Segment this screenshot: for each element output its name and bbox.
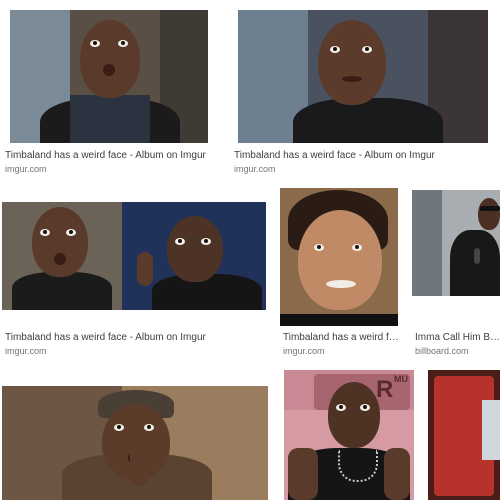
result-tile-2[interactable]: Timbaland has a weird face - Album on Im… (228, 0, 500, 178)
result-source[interactable]: imgur.com (283, 346, 325, 357)
result-title[interactable]: Timbaland has a weird face - Album on Im… (234, 150, 492, 162)
result-source[interactable]: imgur.com (5, 164, 47, 175)
result-thumbnail-8[interactable] (428, 370, 500, 500)
result-title[interactable]: Timbaland has a weird fa... (283, 332, 401, 344)
result-tile-4[interactable]: Timbaland has a weird fa... imgur.com (276, 182, 402, 360)
poster-letters: MU (394, 374, 408, 384)
result-source[interactable]: billboard.com (415, 346, 469, 357)
result-thumbnail-4[interactable] (280, 188, 398, 326)
result-thumbnail-2[interactable] (238, 10, 488, 143)
result-tile-3[interactable]: Timbaland has a weird face - Album on Im… (0, 182, 270, 360)
result-tile-6[interactable] (0, 370, 274, 500)
result-thumbnail-7[interactable]: R MU (284, 370, 414, 500)
result-tile-5[interactable]: Imma Call Him Bruce billboard.com (410, 182, 500, 360)
result-source[interactable]: imgur.com (234, 164, 276, 175)
result-tile-8[interactable] (424, 370, 500, 500)
result-thumbnail-3[interactable] (2, 202, 266, 310)
result-title[interactable]: Timbaland has a weird face - Album on Im… (5, 332, 267, 344)
poster-letter-top: R (376, 376, 394, 403)
result-source[interactable]: imgur.com (5, 346, 47, 357)
result-tile-7[interactable]: R MU (280, 370, 418, 500)
result-thumbnail-1[interactable] (10, 10, 208, 143)
result-title[interactable]: Timbaland has a weird face - Album on Im… (5, 150, 213, 162)
result-thumbnail-6[interactable] (2, 386, 268, 500)
result-title[interactable]: Imma Call Him Bruce (415, 332, 500, 344)
result-thumbnail-5[interactable] (412, 190, 500, 296)
result-tile-1[interactable]: Timbaland has a weird face - Album on Im… (0, 0, 216, 178)
